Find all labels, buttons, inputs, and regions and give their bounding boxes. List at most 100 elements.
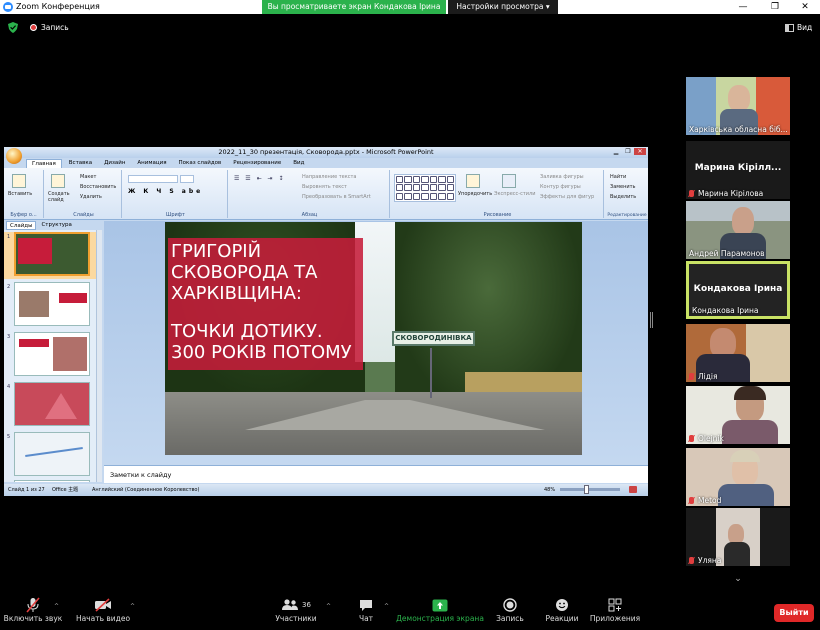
apps-button[interactable]: Приложения: [588, 596, 642, 630]
participant-tile[interactable]: Марина Кірілл... Марина Кірілова: [686, 141, 790, 199]
participant-tile[interactable]: Уляна: [686, 508, 790, 566]
record-icon: [492, 596, 528, 614]
participant-tile[interactable]: Харківська обласна біб...: [686, 77, 790, 135]
recording-indicator[interactable]: Запись: [30, 23, 69, 32]
paragraph-icons: ☰ ☰ ⇤ ⇥ ↕: [234, 175, 286, 182]
participant-tile[interactable]: Olejnik: [686, 386, 790, 444]
participants-label: Участники: [275, 614, 317, 623]
font-format-icons: Ж К Ч S abe: [128, 188, 204, 195]
start-video-button[interactable]: Начать видео: [74, 596, 132, 630]
slide-thumbnails-pane: 1 2 3 4 5 6: [4, 230, 102, 482]
view-layout-icon: [785, 23, 794, 32]
minimize-button[interactable]: —: [728, 0, 758, 14]
slides-group: Создать слайд Макет Восстановить Удалить…: [46, 170, 122, 218]
zoom-slider-knob: [584, 485, 589, 494]
drawing-group: Упорядочить Экспресс-стили Заливка фигур…: [392, 170, 604, 218]
ribbon-tab: Показ слайдов: [178, 160, 222, 166]
ribbon-tab: Дизайн: [104, 160, 126, 166]
layout-label: Макет: [80, 174, 97, 180]
drawing-group-label: Рисование: [483, 212, 512, 218]
participant-display-name: Марина Кірілл...: [694, 163, 782, 173]
participant-name-text: Уляна: [698, 556, 722, 565]
record-button[interactable]: Запись: [492, 596, 528, 630]
slide-thumbnail: 6: [4, 480, 96, 482]
video-options-chevron-icon[interactable]: ^: [130, 603, 135, 610]
office-button-icon: [6, 148, 22, 164]
zoom-window: Zoom Конференция Вы просматриваете экран…: [0, 0, 820, 630]
font-group: Ж К Ч S abe Шрифт: [124, 170, 228, 218]
text-direction-label: Направление текста: [302, 174, 357, 180]
zoom-level: 48%: [544, 487, 556, 493]
app-title: Zoom Конференция: [16, 2, 100, 11]
reactions-button[interactable]: Реакции: [540, 596, 584, 630]
restore-button[interactable]: ❐: [760, 0, 790, 14]
participant-name-text: Metod: [698, 496, 722, 505]
start-video-label: Начать видео: [75, 614, 131, 623]
arrange-label: Упорядочить: [458, 191, 493, 197]
participant-tile[interactable]: Metod: [686, 448, 790, 506]
participants-button[interactable]: 36 Участники: [270, 596, 322, 630]
participant-name-text: Olejnik: [698, 434, 724, 443]
slide-subtitle: ТОЧКИ ДОТИКУ. 300 РОКІВ ПОТОМУ: [171, 321, 352, 363]
view-options-button[interactable]: Настройки просмотра ▾: [448, 0, 558, 14]
current-slide: ГРИГОРІЙ СКОВОРОДА ТА ХАРКІВЩИНА: ТОЧКИ …: [165, 222, 582, 455]
thumbnail-number: 2: [7, 284, 11, 290]
chat-button[interactable]: Чат: [350, 596, 382, 630]
arrange-icon: [466, 174, 480, 188]
ppt-window-title: 2022_11_30 презентація, Сковорода.pptx -…: [4, 147, 648, 158]
clipboard-group-label: Буфер о...: [10, 212, 37, 218]
participant-name: Уляна: [689, 556, 721, 565]
ribbon-tabs: Главная Вставка Дизайн Анимация Показ сл…: [26, 159, 309, 168]
view-button[interactable]: Вид: [785, 23, 812, 32]
muted-mic-icon: [689, 435, 694, 442]
screen-share-banner: Вы просматриваете экран Кондакова Ірина: [262, 0, 446, 14]
ppt-minimize-icon: ▁: [613, 148, 619, 155]
chat-options-chevron-icon[interactable]: ^: [384, 603, 389, 610]
language-status: Английский (Соединенное Королевство): [92, 487, 200, 493]
meeting-toolbar: Включить звук ^ Начать видео ^ 36 Участн…: [0, 596, 820, 630]
title-bar: Zoom Конференция Вы просматриваете экран…: [0, 0, 820, 14]
ribbon: Вставить Буфер о... Создать слайд Макет …: [4, 168, 648, 220]
slide-thumbnail: 2: [4, 282, 96, 329]
audio-options-chevron-icon[interactable]: ^: [54, 603, 59, 610]
quick-styles-icon: [502, 174, 516, 188]
participant-name-text: Марина Кірілова: [698, 189, 764, 198]
new-slide-label: Создать слайд: [48, 191, 70, 203]
ribbon-tab: Вставка: [68, 160, 93, 166]
road-sign: СКОВОРОДИНІВКА: [392, 331, 475, 346]
participants-options-chevron-icon[interactable]: ^: [326, 603, 331, 610]
slide-pane-tabs: Слайды Структура: [4, 221, 102, 230]
ribbon-tab: Главная: [26, 159, 62, 168]
shape-effects-label: Эффекты для фигур: [540, 194, 595, 200]
close-button[interactable]: ✕: [790, 0, 820, 14]
participants-icon: 36: [270, 596, 322, 614]
slide-thumbnail: 1: [4, 232, 96, 279]
thumbnail-number: 5: [7, 434, 11, 440]
slide-editor: ГРИГОРІЙ СКОВОРОДА ТА ХАРКІВЩИНА: ТОЧКИ …: [104, 221, 648, 463]
delete-label: Удалить: [80, 194, 102, 200]
reactions-label: Реакции: [545, 614, 579, 623]
participant-tile[interactable]: Андрей Парамонов: [686, 201, 790, 259]
participant-name: Харківська обласна біб...: [689, 125, 788, 134]
muted-mic-icon: [689, 497, 694, 504]
leave-meeting-button[interactable]: Выйти: [774, 604, 814, 622]
participant-tile[interactable]: Лідія: [686, 324, 790, 382]
slide-counter: Слайд 1 из 27: [8, 487, 45, 493]
share-screen-button[interactable]: Демонстрация экрана: [396, 596, 484, 630]
thumbnail-number: 1: [7, 234, 11, 240]
find-label: Найти: [610, 174, 627, 180]
font-group-label: Шрифт: [166, 212, 185, 218]
gallery-scroll-down-icon[interactable]: ⌄: [733, 574, 743, 584]
unmute-button[interactable]: Включить звук: [2, 596, 64, 630]
font-name-box: [128, 175, 178, 183]
security-shield-icon[interactable]: [8, 22, 18, 33]
participant-tile-active-speaker[interactable]: Кондакова Ірина Кондакова Ірина: [686, 261, 790, 319]
fit-to-window-icon: [629, 486, 637, 493]
apps-icon: [588, 596, 642, 614]
split-view-handle[interactable]: [650, 312, 653, 328]
shapes-gallery: [394, 174, 456, 202]
muted-mic-icon: [689, 190, 694, 197]
editing-group-label: Редактирование: [607, 213, 647, 218]
share-screen-label: Демонстрация экрана: [396, 614, 484, 623]
participant-name-text: Лідія: [698, 372, 718, 381]
